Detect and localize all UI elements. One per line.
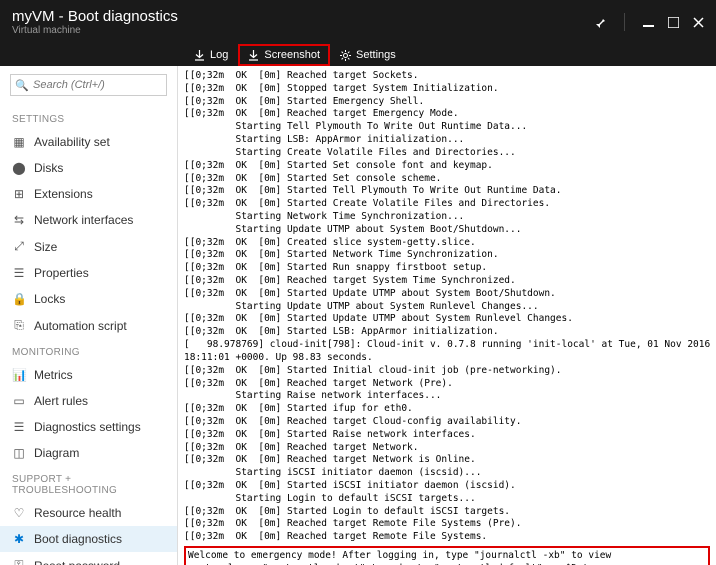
properties-icon: ☰ — [12, 266, 26, 280]
label: Alert rules — [34, 394, 88, 408]
sidebar-item-diagset[interactable]: ☰ Diagnostics settings — [0, 414, 177, 440]
sidebar-item-size[interactable]: ⤢ Size — [0, 233, 177, 260]
sidebar-item-nics[interactable]: ⇆ Network interfaces — [0, 207, 177, 233]
label: Disks — [34, 161, 63, 175]
label: Properties — [34, 266, 89, 280]
sidebar-item-properties[interactable]: ☰ Properties — [0, 260, 177, 286]
log-label: Log — [210, 49, 228, 61]
label: Boot diagnostics — [34, 532, 122, 546]
label: Diagram — [34, 446, 79, 460]
screenshot-button[interactable]: Screenshot — [238, 44, 330, 66]
sidebar-item-resetpw[interactable]: ⚿ Reset password — [0, 552, 177, 565]
search-input[interactable] — [10, 74, 167, 96]
sidebar-item-locks[interactable]: 🔒 Locks — [0, 286, 177, 312]
sidebar-item-availability[interactable]: ▦ Availability set — [0, 129, 177, 155]
search-icon: 🔍 — [15, 79, 29, 92]
sidebar-item-diagram[interactable]: ◫ Diagram — [0, 440, 177, 466]
extensions-icon: ⊞ — [12, 187, 26, 201]
network-icon: ⇆ — [12, 213, 26, 227]
label: Availability set — [34, 135, 110, 149]
sidebar-item-health[interactable]: ♡ Resource health — [0, 500, 177, 526]
sidebar-item-alerts[interactable]: ▭ Alert rules — [0, 388, 177, 414]
diagram-icon: ◫ — [12, 446, 26, 460]
label: Diagnostics settings — [34, 420, 141, 434]
disks-icon: ⬤ — [12, 161, 26, 175]
settings-label: Settings — [356, 49, 396, 61]
sidebar-item-automation[interactable]: ⎘ Automation script — [0, 312, 177, 339]
search-box: 🔍 — [10, 74, 167, 96]
download-icon — [194, 50, 205, 61]
label: Reset password — [34, 559, 120, 565]
sidebar: 🔍 SETTINGS ▦ Availability set ⬤ Disks ⊞ Ext… — [0, 66, 178, 565]
log-button[interactable]: Log — [186, 46, 236, 64]
boot-icon: ✱ — [12, 532, 26, 546]
section-monitoring: MONITORING — [0, 339, 177, 362]
gear-icon — [340, 50, 351, 61]
sidebar-item-disks[interactable]: ⬤ Disks — [0, 155, 177, 181]
section-support: SUPPORT + TROUBLESHOOTING — [0, 466, 177, 500]
content-pane: [[0;32m OK [0m] Reached target Sockets. … — [178, 66, 716, 565]
minimize-icon[interactable] — [643, 17, 654, 28]
script-icon: ⎘ — [12, 318, 26, 333]
label: Automation script — [34, 319, 127, 333]
sidebar-item-extensions[interactable]: ⊞ Extensions — [0, 181, 177, 207]
label: Network interfaces — [34, 213, 133, 227]
screenshot-label: Screenshot — [264, 49, 320, 61]
lock-icon: 🔒 — [12, 292, 26, 306]
heart-icon: ♡ — [12, 506, 26, 520]
divider — [624, 13, 625, 31]
diag-icon: ☰ — [12, 420, 26, 434]
key-icon: ⚿ — [12, 558, 26, 565]
label: Metrics — [34, 368, 73, 382]
console-output: [[0;32m OK [0m] Reached target Sockets. … — [184, 70, 710, 544]
page-subtitle: Virtual machine — [12, 25, 594, 36]
alert-icon: ▭ — [12, 394, 26, 408]
label: Extensions — [34, 187, 93, 201]
toolbar: Log Screenshot Settings — [0, 44, 716, 66]
settings-button[interactable]: Settings — [332, 46, 404, 64]
pin-icon[interactable] — [594, 16, 606, 28]
section-settings: SETTINGS — [0, 106, 177, 129]
sidebar-item-boot-diagnostics[interactable]: ✱ Boot diagnostics — [0, 526, 177, 552]
sidebar-item-metrics[interactable]: 📊 Metrics — [0, 362, 177, 388]
label: Locks — [34, 292, 65, 306]
label: Size — [34, 240, 57, 254]
availability-icon: ▦ — [12, 135, 26, 149]
metrics-icon: 📊 — [12, 368, 26, 382]
titlebar: myVM - Boot diagnostics Virtual machine — [0, 0, 716, 44]
emergency-message: Welcome to emergency mode! After logging… — [184, 546, 710, 565]
maximize-icon[interactable] — [668, 17, 679, 28]
close-icon[interactable] — [693, 17, 704, 28]
page-title: myVM - Boot diagnostics — [12, 8, 594, 25]
label: Resource health — [34, 506, 121, 520]
download-icon — [248, 50, 259, 61]
size-icon: ⤢ — [12, 239, 26, 254]
